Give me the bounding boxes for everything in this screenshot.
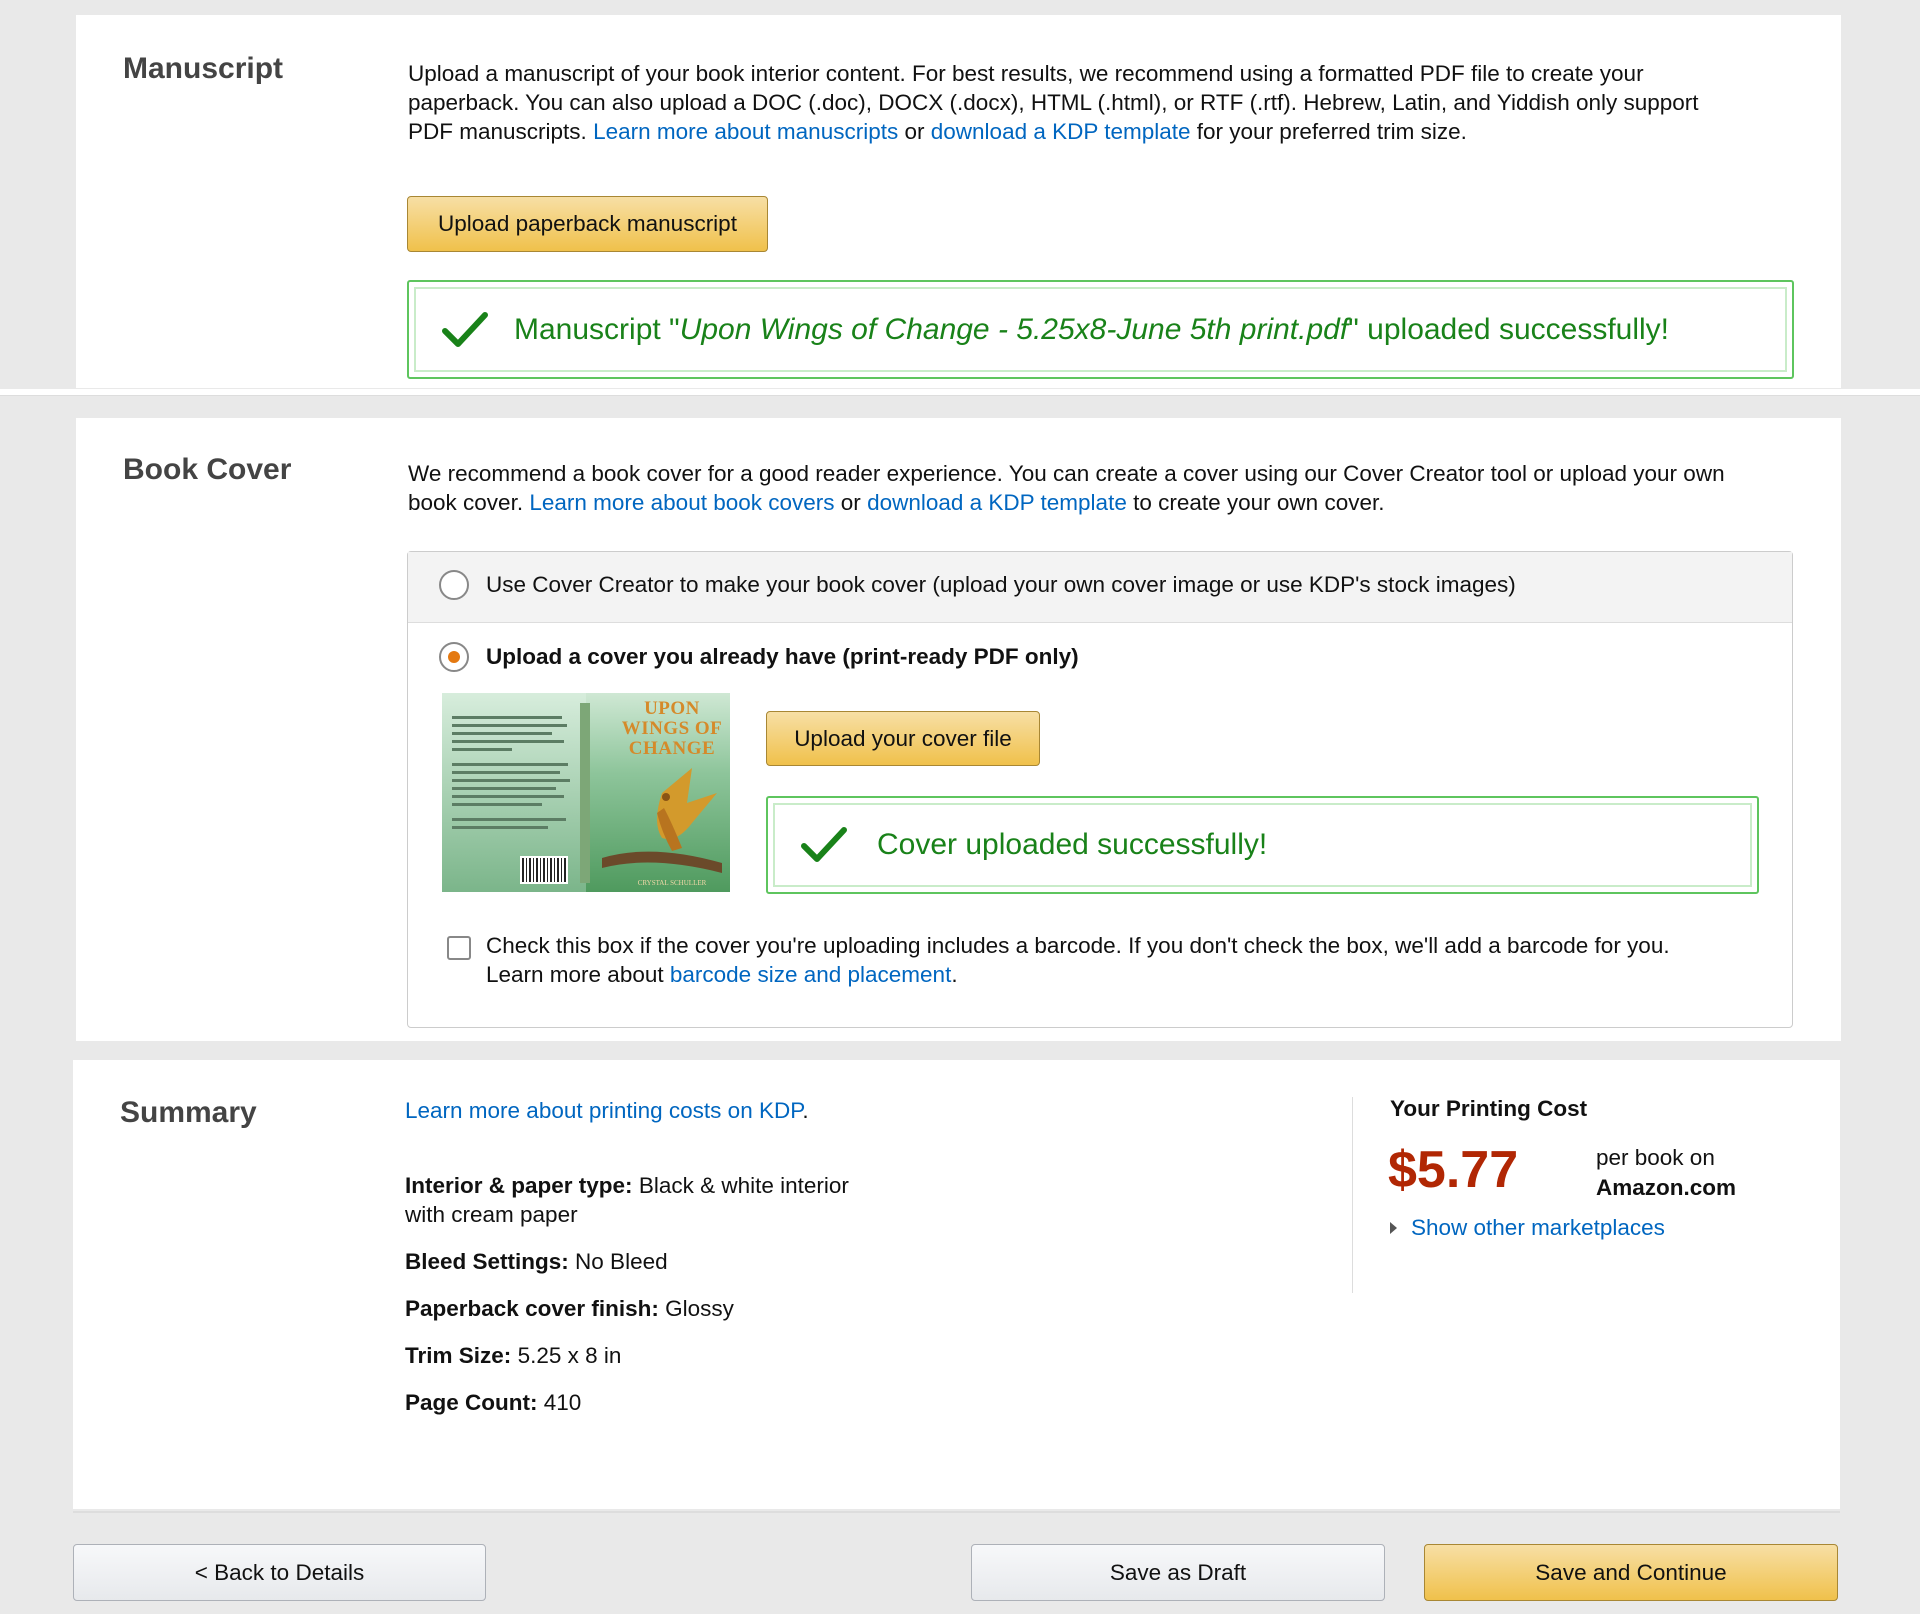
manuscript-description: Upload a manuscript of your book interio… (408, 59, 1808, 146)
radio-cover-creator[interactable] (439, 570, 469, 600)
printing-costs-link[interactable]: Learn more about printing costs on KDP (405, 1098, 802, 1123)
printing-cost-value: $5.77 (1388, 1141, 1519, 1199)
show-marketplaces-row[interactable]: Show other marketplaces (1390, 1215, 1665, 1241)
barcode-checkbox[interactable] (447, 936, 471, 960)
caret-right-icon (1390, 1222, 1397, 1234)
radio-upload-cover[interactable] (439, 642, 469, 672)
manuscript-template-link[interactable]: download a KDP template (931, 119, 1191, 144)
save-and-continue-button[interactable]: Save and Continue (1424, 1544, 1838, 1601)
upload-cover-button[interactable]: Upload your cover file (766, 711, 1040, 766)
cover-template-link[interactable]: download a KDP template (867, 490, 1127, 515)
cover-success-text: Cover uploaded successfully! (877, 828, 1268, 861)
summary-panel (73, 1060, 1840, 1509)
bleed-row: Bleed Settings: No Bleed (405, 1249, 668, 1274)
summary-title: Summary (120, 1096, 257, 1129)
interior-type-row: Interior & paper type: Black & white int… (405, 1173, 849, 1227)
barcode-placement-link[interactable]: barcode size and placement (670, 962, 951, 987)
footer-divider (73, 1511, 1840, 1513)
manuscript-desc-line1: Upload a manuscript of your book interio… (408, 61, 1644, 86)
option-upload-cover-label[interactable]: Upload a cover you already have (print-r… (486, 644, 1079, 670)
page-count-row: Page Count: 410 (405, 1390, 582, 1415)
cover-finish-row: Paperback cover finish: Glossy (405, 1296, 734, 1321)
manuscript-success-text: Manuscript "Upon Wings of Change - 5.25x… (514, 312, 1670, 346)
cover-author-art: CRYSTAL SCHULLER (637, 879, 707, 887)
learn-more-covers-link[interactable]: Learn more about book covers (529, 490, 834, 515)
option-cover-creator-label: Use Cover Creator to make your book cove… (486, 572, 1516, 597)
book-cover-title: Book Cover (123, 453, 292, 486)
cost-per-book: per book on Amazon.com (1596, 1145, 1737, 1200)
divider (0, 389, 1920, 396)
back-to-details-button[interactable]: < Back to Details (73, 1544, 486, 1601)
check-icon (801, 826, 847, 864)
book-cover-description: We recommend a book cover for a good rea… (408, 461, 1725, 515)
manuscript-desc-line2: paperback. You can also upload a DOC (.d… (408, 90, 1699, 115)
trim-size-row: Trim Size: 5.25 x 8 in (405, 1343, 622, 1368)
manuscript-desc-line3: PDF manuscripts. Learn more about manusc… (408, 119, 1467, 144)
manuscript-title: Manuscript (123, 52, 284, 85)
cover-title-art: UPON WINGS OF CHANGE (621, 698, 723, 759)
upload-manuscript-button[interactable]: Upload paperback manuscript (407, 196, 768, 252)
save-as-draft-button[interactable]: Save as Draft (971, 1544, 1385, 1601)
dragon-icon (602, 768, 722, 873)
learn-more-manuscripts-link[interactable]: Learn more about manuscripts (593, 119, 898, 144)
barcode-text: Check this box if the cover you're uploa… (486, 933, 1670, 987)
cover-thumbnail: UPON WINGS OF CHANGE CRYSTAL SCHULLER (442, 693, 730, 892)
summary-learn-row: Learn more about printing costs on KDP. (405, 1098, 809, 1123)
manuscript-success-box: Manuscript "Upon Wings of Change - 5.25x… (407, 280, 1794, 379)
printing-cost-heading: Your Printing Cost (1390, 1096, 1588, 1121)
show-other-marketplaces-link[interactable]: Show other marketplaces (1411, 1215, 1665, 1241)
check-icon (442, 311, 488, 349)
cover-success-box: Cover uploaded successfully! (766, 796, 1759, 894)
barcode-icon (520, 856, 568, 884)
option-cover-creator-row[interactable]: Use Cover Creator to make your book cove… (408, 552, 1792, 623)
summary-vertical-divider (1352, 1097, 1353, 1293)
